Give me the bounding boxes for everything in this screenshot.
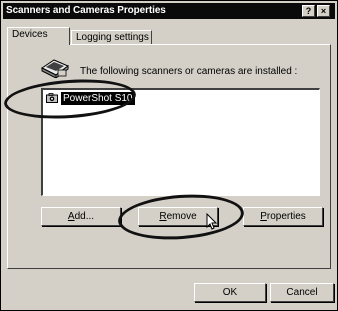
mouse-pointer-icon	[206, 213, 218, 230]
help-button[interactable]: ?	[302, 5, 315, 17]
add-label: dd...	[74, 211, 95, 222]
properties-label: roperties	[266, 211, 306, 222]
properties-mnemonic: P	[260, 211, 267, 222]
cancel-button[interactable]: Cancel	[270, 283, 334, 302]
ok-button[interactable]: OK	[194, 283, 266, 302]
tab-devices[interactable]: Devices	[7, 27, 70, 45]
tab-logging-settings[interactable]: Logging settings	[71, 30, 152, 45]
scanner-icon	[41, 59, 69, 78]
window-title: Scanners and Cameras Properties	[6, 5, 166, 16]
add-mnemonic: A	[67, 211, 75, 222]
installed-devices-description: The following scanners or cameras are in…	[80, 66, 298, 77]
title-bar: Scanners and Cameras Properties ? ×	[3, 3, 335, 19]
add-button[interactable]: Add...	[41, 207, 121, 226]
close-button[interactable]: ×	[317, 5, 330, 17]
properties-button[interactable]: Properties	[243, 207, 323, 226]
